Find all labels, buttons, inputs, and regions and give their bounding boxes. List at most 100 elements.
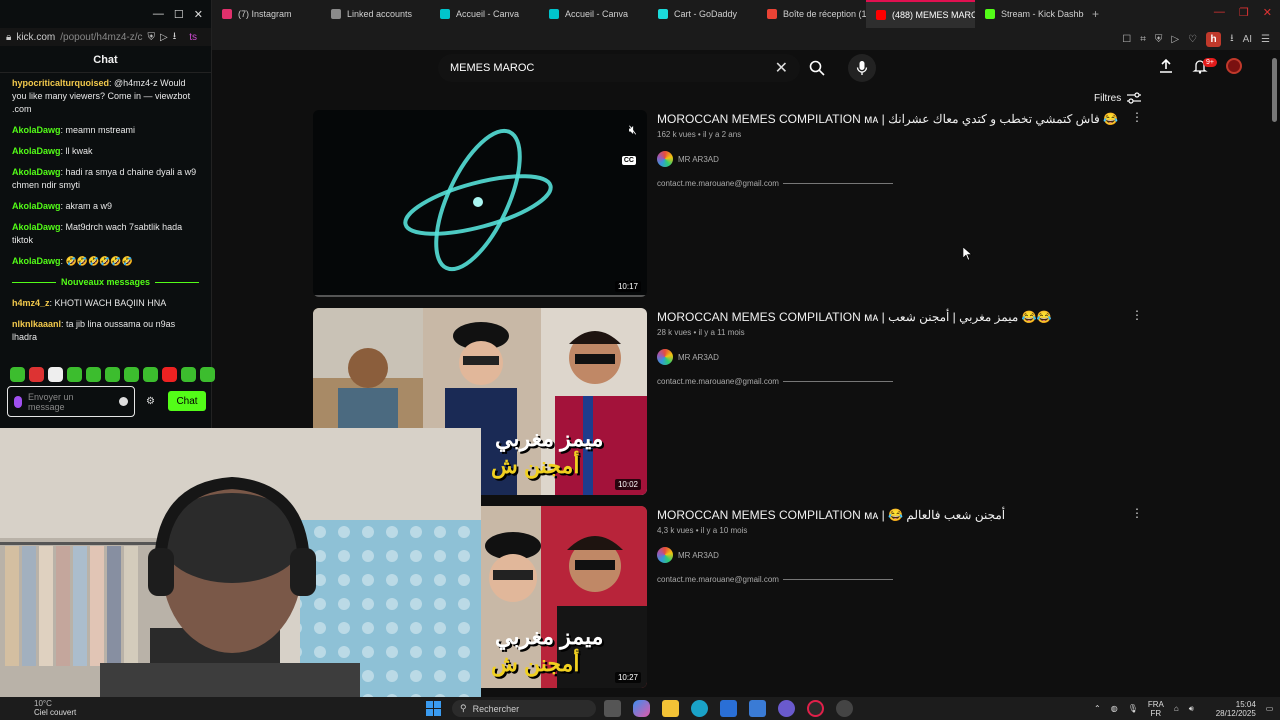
channel-link[interactable]: MR AR3AD [657,151,1137,167]
upload-icon[interactable] [1158,58,1174,74]
emote-icon[interactable] [86,367,101,382]
browser-tab[interactable]: Boîte de réception (1 [757,0,866,28]
screenshot-icon[interactable]: ⌗ [1140,34,1146,45]
chat-username[interactable]: AkolaDawg [12,256,61,266]
download-icon[interactable]: ⭳ [173,29,177,46]
edge-icon[interactable] [691,700,708,717]
channel-link[interactable]: MR AR3AD [657,349,1137,365]
chat-username[interactable]: nlknlkaaanl [12,319,61,329]
chat-username[interactable]: AkolaDawg [12,201,61,211]
video-title[interactable]: MOROCCAN MEMES COMPILATION ᴍᴀ | 😂 أمجنن … [657,508,1137,522]
more-options-icon[interactable]: ⋮ [1131,110,1143,124]
emote-icon[interactable] [105,367,120,382]
ai-button[interactable]: AI [1243,34,1252,45]
minimize-icon[interactable]: — [1214,6,1225,19]
play-icon[interactable]: ▷ [1171,34,1179,45]
emote-icon[interactable] [181,367,196,382]
channel-avatar[interactable] [657,547,673,563]
account-avatar[interactable] [1226,58,1242,74]
emote-icon[interactable] [10,367,25,382]
channel-link[interactable]: MR AR3AD [657,547,1137,563]
tray-app-icon[interactable]: ◍ [1111,704,1118,713]
video-title[interactable]: MOROCCAN MEMES COMPILATION ᴍᴀ | ميمز مغر… [657,310,1137,324]
chat-username[interactable]: hypocriticalturquoised [12,78,109,88]
emote-icon[interactable] [29,367,44,382]
search-button[interactable] [804,57,830,79]
browser-tab[interactable]: Linked accounts [321,0,430,28]
profile-avatar[interactable]: h [1206,32,1222,47]
emote-icon[interactable] [162,367,177,382]
file-explorer-icon[interactable] [662,700,679,717]
browser-tab[interactable]: (7) Instagram [212,0,321,28]
chat-settings-icon[interactable]: ⚙ [146,396,155,407]
more-options-icon[interactable]: ⋮ [1131,308,1143,322]
notification-center-icon[interactable]: ▭ [1266,704,1274,713]
store-icon[interactable] [720,700,737,717]
chat-username[interactable]: h4mz4_z [12,298,50,308]
page-scrollbar[interactable] [1272,58,1277,122]
more-options-icon[interactable]: ⋮ [1131,506,1143,520]
channel-name[interactable]: MR AR3AD [678,353,719,362]
emote-icon[interactable] [200,367,215,382]
channel-name[interactable]: MR AR3AD [678,155,719,164]
shield-icon[interactable]: ⛨ [1155,34,1163,45]
app-icon[interactable] [778,700,795,717]
close-icon[interactable]: ✕ [194,8,203,21]
video-title[interactable]: MOROCCAN MEMES COMPILATION ᴍᴀ | فاش كتمش… [657,112,1137,126]
browser-tab[interactable]: Accueil - Canva [539,0,648,28]
chat-username[interactable]: AkolaDawg [12,125,61,135]
chat-username[interactable]: AkolaDawg [12,167,61,177]
play-icon[interactable]: ▷ [160,32,168,43]
video-result[interactable]: 🔇︎ CC 10:17 MOROCCAN MEMES COMPILATION ᴍ… [313,110,1143,300]
chat-username[interactable]: AkolaDawg [12,146,61,156]
voice-search-button[interactable] [848,54,876,82]
chat-message-input[interactable]: Envoyer un message [7,386,135,417]
restore-icon[interactable]: ❐ [1239,6,1249,19]
popout-url-bar[interactable]: 🔒︎ kick.com/popout/h4mz4-z/c ⛨ ▷ ⭳ ts [0,28,211,46]
video-thumbnail[interactable]: 🔇︎ CC 10:17 [313,110,647,297]
send-chat-button[interactable]: Chat [168,391,206,411]
maximize-icon[interactable]: ☐ [174,8,184,21]
taskbar-search[interactable]: ⚲ Rechercher [452,700,596,717]
emote-icon[interactable] [67,367,82,382]
emote-icon[interactable] [124,367,139,382]
heart-icon[interactable]: ♡ [1188,34,1197,45]
channel-avatar[interactable] [657,151,673,167]
clear-search-icon[interactable]: ✕ [775,58,788,78]
minimize-icon[interactable]: — [153,8,164,20]
app-icon[interactable] [836,700,853,717]
bookmark-icon[interactable]: ☐ [1122,34,1131,45]
volume-icon[interactable]: 🔊︎ [1189,704,1194,714]
emoji-picker-icon[interactable] [119,397,128,406]
microphone-icon[interactable] [14,395,22,408]
close-icon[interactable]: ✕ [1263,6,1272,19]
new-tab-button[interactable]: + [1084,7,1107,21]
browser-tab[interactable]: (488) MEMES MAROC - Y [866,0,975,28]
menu-icon[interactable]: ☰ [1261,34,1270,45]
input-language[interactable]: FRA FR [1148,700,1164,718]
channel-avatar[interactable] [657,349,673,365]
microphone-icon[interactable]: 🎙︎ [1128,704,1138,713]
copilot-icon[interactable] [633,700,650,717]
browser-tab[interactable]: Stream - Kick Dashbo [975,0,1084,28]
mute-icon[interactable]: 🔇︎ [629,122,637,138]
chat-username[interactable]: AkolaDawg [12,222,61,232]
captions-icon[interactable]: CC [621,156,636,165]
weather-widget[interactable]: 10°C Ciel couvert [34,699,76,717]
opera-gx-icon[interactable] [807,700,824,717]
channel-name[interactable]: MR AR3AD [678,551,719,560]
filters-button[interactable]: Filtres [1094,92,1142,104]
shield-icon[interactable]: ⛨ [148,32,156,43]
chevron-up-icon[interactable]: ⌃ [1094,704,1101,713]
app-icon[interactable] [749,700,766,717]
emote-icon[interactable] [143,367,158,382]
task-view-icon[interactable] [604,700,621,717]
browser-tab[interactable]: Accueil - Canva [430,0,539,28]
download-icon[interactable]: ⭳ [1230,31,1234,48]
search-input[interactable]: MEMES MAROC ✕ [438,54,800,82]
clock[interactable]: 15:04 28/12/2025 [1216,700,1256,718]
windows-start-icon[interactable] [426,701,441,716]
browser-tab[interactable]: Cart - GoDaddy [648,0,757,28]
emote-icon[interactable] [48,367,63,382]
network-icon[interactable]: ⌂ [1174,704,1179,713]
